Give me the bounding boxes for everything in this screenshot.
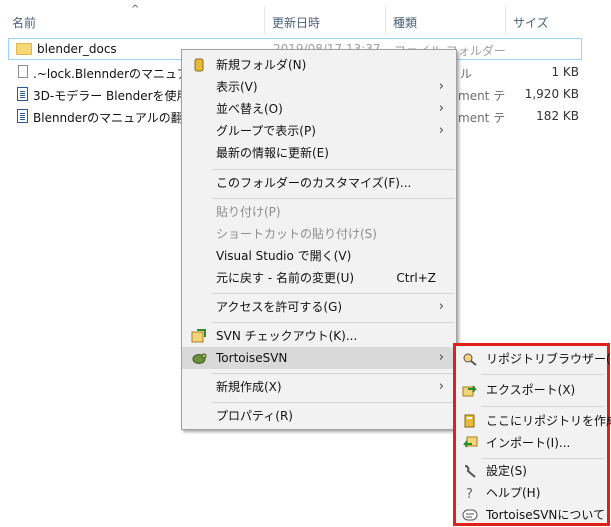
menu-item-new-folder[interactable]: 新規フォルダ(N)	[182, 54, 456, 76]
menu-item-label: ショートカットの貼り付け(S)	[216, 227, 377, 241]
menu-item-help[interactable]: ? ヘルプ(H)	[456, 482, 607, 504]
new-folder-icon	[194, 58, 204, 72]
menu-item-label: 貼り付け(P)	[216, 205, 281, 219]
menu-item-tortoisesvn[interactable]: TortoiseSVN ›	[182, 347, 456, 369]
menu-separator	[482, 406, 604, 407]
file-type: ment テ	[458, 111, 506, 125]
menu-separator	[212, 169, 454, 170]
help-icon: ?	[466, 487, 473, 500]
file-name: blender_docs	[37, 42, 117, 56]
menu-item-undo-rename[interactable]: 元に戻す - 名前の変更(U) Ctrl+Z	[182, 267, 456, 289]
file-icon	[18, 65, 28, 78]
menu-item-import[interactable]: インポート(I)...	[456, 432, 607, 454]
menu-item-label: ヘルプ(H)	[486, 486, 541, 500]
file-size: 1 KB	[551, 65, 579, 79]
menu-separator	[212, 373, 454, 374]
menu-item-label: インポート(I)...	[486, 436, 571, 450]
menu-item-sort[interactable]: 並べ替え(O) ›	[182, 98, 456, 120]
menu-item-about[interactable]: TortoiseSVNについて	[456, 504, 607, 526]
menu-item-properties[interactable]: プロパティ(R)	[182, 405, 456, 427]
folder-icon	[16, 43, 32, 55]
menu-separator	[212, 198, 454, 199]
menu-item-label: 並べ替え(O)	[216, 102, 283, 116]
menu-separator	[212, 402, 454, 403]
svg-text:?: ?	[466, 487, 473, 500]
menu-item-label: プロパティ(R)	[216, 409, 293, 423]
menu-item-refresh[interactable]: 最新の情報に更新(E)	[182, 142, 456, 164]
menu-item-settings[interactable]: 設定(S)	[456, 460, 607, 482]
about-icon	[462, 509, 478, 521]
menu-item-label: SVN チェックアウト(K)...	[216, 329, 358, 343]
menu-item-label: グループで表示(P)	[216, 124, 316, 138]
menu-separator	[482, 374, 604, 375]
menu-item-label: 設定(S)	[486, 464, 527, 478]
menu-item-label: Visual Studio で開く(V)	[216, 249, 352, 263]
menu-item-give-access[interactable]: アクセスを許可する(G) ›	[182, 296, 456, 318]
column-divider[interactable]	[264, 6, 265, 34]
menu-item-customize-folder[interactable]: このフォルダーのカスタマイズ(F)...	[182, 172, 456, 194]
menu-item-label: アクセスを許可する(G)	[216, 300, 343, 314]
menu-item-label: エクスポート(X)	[486, 383, 576, 397]
column-header-type[interactable]: 種類	[393, 14, 417, 31]
file-size: 1,920 KB	[524, 87, 579, 101]
menu-separator	[482, 458, 604, 459]
menu-item-create-repo[interactable]: ここにリポジトリを作成(Y)	[456, 410, 611, 432]
menu-item-label: 最新の情報に更新(E)	[216, 146, 329, 160]
menu-item-export[interactable]: エクスポート(X)	[456, 379, 607, 401]
column-header-name[interactable]: 名前	[12, 14, 36, 31]
menu-item-label: TortoiseSVNについて	[486, 508, 606, 522]
menu-separator	[212, 293, 454, 294]
menu-item-label: このフォルダーのカスタマイズ(F)...	[216, 176, 412, 190]
menu-item-label: 新規作成(X)	[216, 380, 282, 394]
chevron-right-icon: ›	[438, 79, 444, 94]
menu-item-label: 元に戻す - 名前の変更(U)	[216, 271, 355, 285]
import-icon	[463, 436, 478, 448]
file-size: 182 KB	[536, 109, 579, 123]
menu-item-paste[interactable]: 貼り付け(P)	[182, 201, 456, 223]
menu-item-group-by[interactable]: グループで表示(P) ›	[182, 120, 456, 142]
menu-item-label: リポジトリブラウザー(R)	[486, 352, 611, 366]
svn-checkout-icon	[191, 329, 206, 343]
settings-icon	[464, 465, 476, 478]
sort-ascending-icon: ^	[131, 4, 140, 15]
menu-item-shortcut: Ctrl+Z	[396, 271, 436, 285]
menu-separator	[212, 322, 454, 323]
menu-item-label: ここにリポジトリを作成(Y)	[486, 414, 611, 428]
menu-item-open-visual-studio[interactable]: Visual Studio で開く(V)	[182, 245, 456, 267]
chevron-right-icon: ›	[438, 123, 444, 138]
tortoise-svn-icon	[192, 353, 207, 364]
menu-item-label: 表示(V)	[216, 80, 258, 94]
repo-browser-icon	[463, 353, 477, 366]
export-icon	[462, 385, 477, 397]
menu-item-new[interactable]: 新規作成(X) ›	[182, 376, 456, 398]
menu-item-label: TortoiseSVN	[216, 351, 288, 365]
menu-item-paste-shortcut[interactable]: ショートカットの貼り付け(S)	[182, 223, 456, 245]
file-type: ル	[460, 67, 473, 81]
menu-item-repo-browser[interactable]: リポジトリブラウザー(R)	[456, 348, 611, 370]
chevron-right-icon: ›	[438, 350, 444, 365]
column-divider[interactable]	[385, 6, 386, 34]
column-header-modified[interactable]: 更新日時	[272, 14, 320, 31]
chevron-right-icon: ›	[438, 101, 444, 116]
menu-item-label: 新規フォルダ(N)	[216, 58, 307, 72]
column-divider[interactable]	[505, 6, 506, 34]
create-repo-icon	[464, 414, 475, 428]
document-icon	[17, 87, 28, 101]
chevron-right-icon: ›	[438, 379, 444, 394]
menu-item-view[interactable]: 表示(V) ›	[182, 76, 456, 98]
context-menu: 新規フォルダ(N) 表示(V) › 並べ替え(O) › グループで表示(P) ›…	[181, 49, 457, 430]
menu-item-svn-checkout[interactable]: SVN チェックアウト(K)...	[182, 325, 456, 347]
document-icon	[17, 109, 28, 123]
file-type: ment テ	[458, 89, 506, 103]
column-header-size[interactable]: サイズ	[513, 14, 549, 31]
tortoisesvn-submenu: リポジトリブラウザー(R) エクスポート(X) ここにリポジトリを作成(Y) イ…	[453, 343, 611, 526]
chevron-right-icon: ›	[438, 299, 444, 314]
